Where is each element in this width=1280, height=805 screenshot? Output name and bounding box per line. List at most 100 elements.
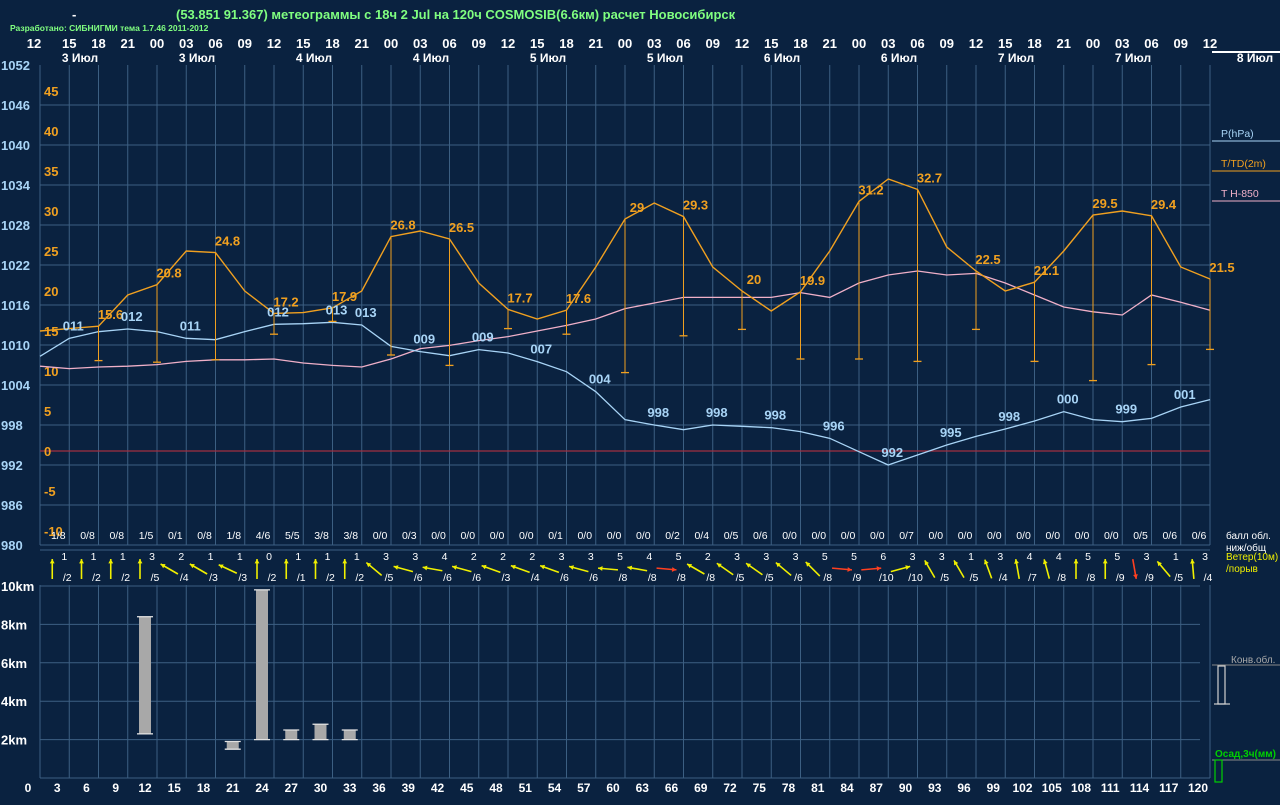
cloud-fraction: 0/5 bbox=[724, 530, 739, 542]
forecast-hour: 48 bbox=[489, 781, 503, 795]
wind-speed: 1 bbox=[325, 551, 331, 563]
cloud-fraction: 0/3 bbox=[402, 530, 417, 542]
wind-speed: 0 bbox=[266, 551, 272, 563]
cloud-fraction: 0/0 bbox=[811, 530, 826, 542]
hour-label: 09 bbox=[706, 36, 720, 51]
cloud-fraction: 0/0 bbox=[987, 530, 1002, 542]
forecast-hour: 105 bbox=[1042, 781, 1062, 795]
wind-gust: /5 bbox=[940, 572, 949, 584]
wind-speed: 3 bbox=[383, 551, 389, 563]
meteogram: - (53.851 91.367) метеограммы с 18ч 2 Ju… bbox=[0, 0, 1280, 800]
cloud-fraction: 0/0 bbox=[373, 530, 388, 542]
forecast-hour: 9 bbox=[112, 781, 119, 795]
forecast-hour: 42 bbox=[431, 781, 445, 795]
convective-cloud-bar bbox=[256, 589, 268, 740]
cloud-fraction: 0/0 bbox=[870, 530, 885, 542]
forecast-hour: 93 bbox=[928, 781, 942, 795]
hour-label: 18 bbox=[91, 36, 105, 51]
pressure-data-label: 001 bbox=[1174, 387, 1196, 402]
temperature-data-label: 29.5 bbox=[1092, 196, 1117, 211]
wind-gust: /2 bbox=[268, 572, 277, 584]
legend-cloud-fraction: балл обл. bbox=[1226, 530, 1271, 542]
day-label: 3 Июл bbox=[62, 51, 98, 65]
wind-gust: /4 bbox=[999, 572, 1008, 584]
forecast-hour: 51 bbox=[519, 781, 533, 795]
cloud-fraction: 1/5 bbox=[139, 530, 154, 542]
temp-tick-label: 0 bbox=[44, 444, 51, 459]
wind-speed: 1 bbox=[91, 551, 97, 563]
day-label: 6 Июл bbox=[764, 51, 800, 65]
temperature-data-label: 24.8 bbox=[215, 234, 240, 249]
temperature-data-label: 20.8 bbox=[156, 266, 181, 281]
hour-label: 03 bbox=[413, 36, 427, 51]
cloud-fraction: 0/0 bbox=[1075, 530, 1090, 542]
forecast-hour: 78 bbox=[782, 781, 796, 795]
hour-label: 15 bbox=[62, 36, 76, 51]
wind-gust: /5 bbox=[151, 572, 160, 584]
cloud-fraction: 5/5 bbox=[285, 530, 300, 542]
hour-label: 06 bbox=[910, 36, 924, 51]
wind-speed: 1 bbox=[295, 551, 301, 563]
cloud-fraction: 0/4 bbox=[694, 530, 709, 542]
wind-gust: /5 bbox=[765, 572, 774, 584]
hour-label: 15 bbox=[998, 36, 1012, 51]
pressure-data-label: 009 bbox=[413, 332, 435, 347]
wind-gust: /3 bbox=[502, 572, 511, 584]
hour-label: 15 bbox=[764, 36, 778, 51]
hour-label: 21 bbox=[355, 36, 369, 51]
forecast-hour: 30 bbox=[314, 781, 328, 795]
cloud-fraction: 0/0 bbox=[460, 530, 475, 542]
forecast-hour: 102 bbox=[1012, 781, 1032, 795]
hour-label: 21 bbox=[589, 36, 603, 51]
wind-gust: /3 bbox=[238, 572, 247, 584]
wind-speed: 3 bbox=[910, 551, 916, 563]
forecast-hour: 60 bbox=[606, 781, 620, 795]
wind-speed: 2 bbox=[471, 551, 477, 563]
cloud-fraction: 0/0 bbox=[841, 530, 856, 542]
forecast-hour: 111 bbox=[1101, 781, 1120, 795]
temp-tick-label: 45 bbox=[44, 84, 58, 99]
wind-gust: /8 bbox=[677, 572, 686, 584]
pressure-tick-label: 1034 bbox=[1, 178, 31, 193]
pressure-data-label: 995 bbox=[940, 425, 962, 440]
convective-cloud-bar bbox=[139, 616, 151, 734]
cloud-fraction: 0/0 bbox=[958, 530, 973, 542]
hour-label: 06 bbox=[1144, 36, 1158, 51]
temperature-data-label: 22.5 bbox=[975, 252, 1000, 267]
hour-label: 09 bbox=[472, 36, 486, 51]
hour-label: 18 bbox=[559, 36, 573, 51]
pressure-data-label: 011 bbox=[180, 318, 201, 333]
wind-speed: 4 bbox=[646, 551, 652, 563]
wind-speed: 5 bbox=[851, 551, 857, 563]
forecast-hour: 81 bbox=[811, 781, 825, 795]
cloud-fraction: 0/0 bbox=[519, 530, 534, 542]
forecast-hour: 99 bbox=[987, 781, 1001, 795]
wind-speed: 2 bbox=[500, 551, 506, 563]
pressure-data-label: 998 bbox=[764, 408, 786, 423]
temp-tick-label: 30 bbox=[44, 204, 58, 219]
convective-cloud-bar bbox=[314, 724, 327, 740]
wind-gust: /7 bbox=[1028, 572, 1037, 584]
hour-label: 12 bbox=[267, 36, 281, 51]
background bbox=[0, 0, 1280, 800]
cloud-fraction: 0/0 bbox=[431, 530, 446, 542]
wind-speed: 6 bbox=[880, 551, 886, 563]
wind-speed: 3 bbox=[559, 551, 565, 563]
hour-label: 15 bbox=[530, 36, 544, 51]
pressure-tick-label: 986 bbox=[1, 498, 23, 513]
hour-label: 21 bbox=[823, 36, 837, 51]
wind-speed: 1 bbox=[237, 551, 243, 563]
cloud-height-label: 10km bbox=[1, 579, 34, 594]
wind-speed: 5 bbox=[676, 551, 682, 563]
wind-speed: 5 bbox=[617, 551, 623, 563]
legend-t850: T H-850 bbox=[1221, 188, 1259, 200]
wind-speed: 4 bbox=[1027, 551, 1033, 563]
temperature-data-label: 29.4 bbox=[1151, 197, 1177, 212]
title-dash: - bbox=[72, 7, 76, 22]
hour-label: 00 bbox=[852, 36, 866, 51]
temperature-data-label: 17.6 bbox=[566, 291, 591, 306]
forecast-hour: 108 bbox=[1071, 781, 1091, 795]
cloud-fraction: 4/6 bbox=[256, 530, 271, 542]
temperature-data-label: 20 bbox=[747, 272, 761, 287]
cloud-fraction: 0/0 bbox=[607, 530, 622, 542]
